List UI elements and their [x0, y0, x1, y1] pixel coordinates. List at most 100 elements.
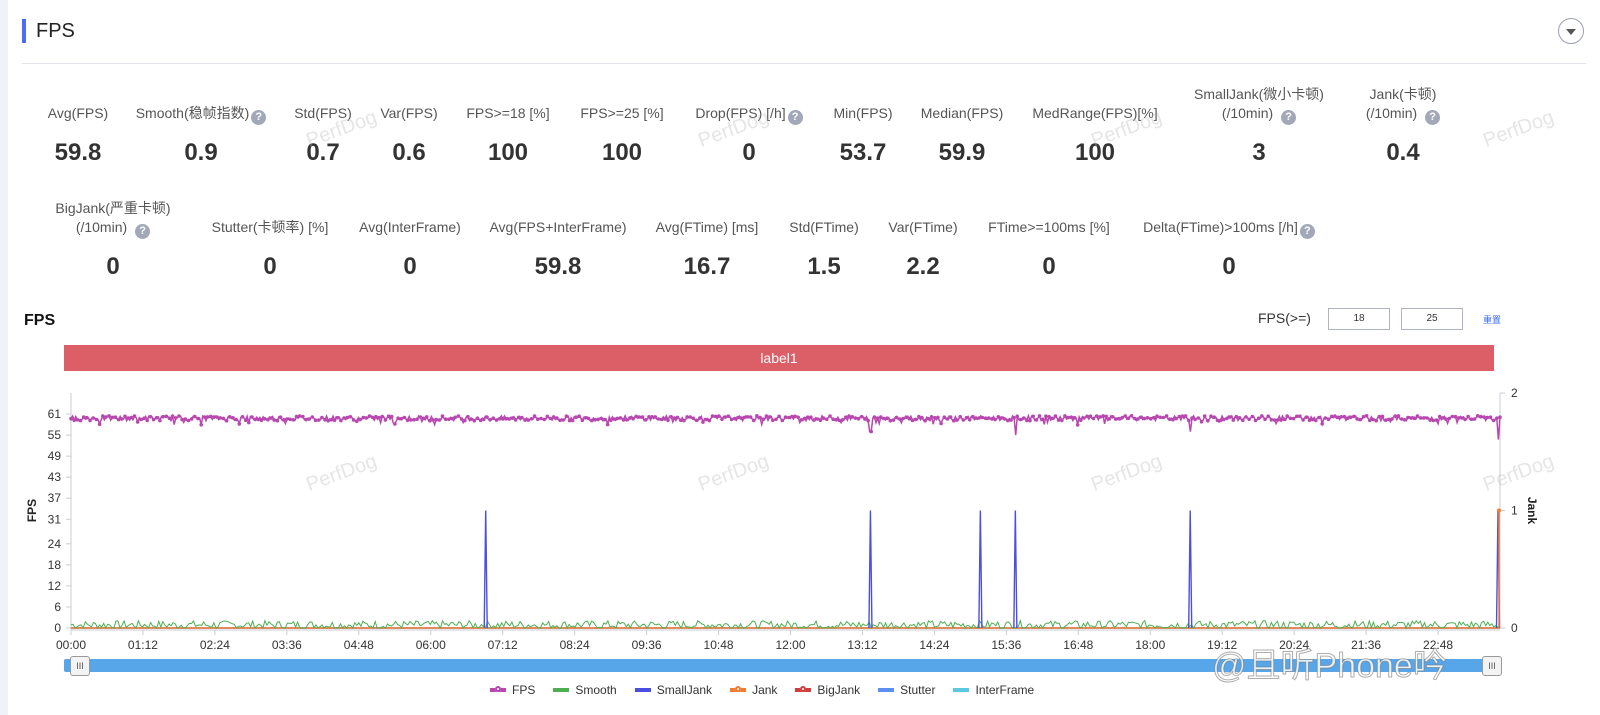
series-fps-point — [364, 416, 369, 420]
series-fps-point — [983, 416, 988, 421]
series-fps-point — [644, 418, 648, 422]
series-fps-point — [1456, 416, 1461, 420]
series-fps-point — [189, 417, 194, 421]
series-fps-point — [1241, 418, 1245, 423]
series-fps-point — [116, 417, 121, 422]
series-fps-point — [1437, 414, 1442, 419]
series-fps-point — [961, 418, 966, 422]
series-fps-point — [151, 417, 156, 422]
series-smalljank-spike — [978, 510, 983, 629]
series-fps-point — [818, 418, 823, 423]
series-fps-point — [142, 416, 146, 421]
series-fps-point — [758, 415, 762, 420]
series-fps-point — [409, 418, 413, 422]
x-tick-label: 06:00 — [416, 638, 446, 652]
series-smalljank-spike — [1013, 510, 1018, 629]
series-fps-point — [796, 415, 800, 420]
series-smalljank-spike — [483, 510, 488, 629]
series-fps-point — [917, 414, 921, 419]
series-fps-point — [717, 414, 721, 418]
series-fps-point — [856, 417, 861, 421]
series-fps-point — [659, 417, 664, 422]
series-fps-point — [964, 415, 969, 420]
y-tick-label: 61 — [48, 407, 62, 421]
series-fps-point — [710, 414, 715, 418]
series-fps-point — [1323, 416, 1328, 420]
series-fps-point — [1250, 414, 1255, 419]
series-fps-point — [1158, 415, 1162, 420]
series-fps-point — [1275, 418, 1280, 422]
legend-label: FPS — [512, 683, 536, 697]
series-fps-point — [386, 414, 391, 419]
series-fps-point — [713, 414, 718, 419]
series-fps-point — [910, 418, 915, 423]
series-fps-point — [275, 418, 280, 423]
series-fps-point — [107, 414, 111, 418]
y-axis-title: FPS — [25, 499, 39, 522]
legend-item-smooth[interactable]: Smooth — [553, 683, 617, 697]
series-fps-point — [653, 415, 658, 419]
x-tick-label: 14:24 — [919, 638, 949, 652]
zoom-slider-handle-left[interactable]: III — [70, 656, 90, 676]
series-fps-point — [745, 415, 750, 419]
series-fps-point — [624, 418, 629, 422]
legend-swatch — [953, 688, 970, 692]
legend-item-bigjank[interactable]: BigJank — [795, 683, 860, 697]
legend-swatch — [634, 688, 651, 692]
series-fps-point — [1387, 417, 1391, 422]
series-fps-point — [812, 418, 816, 422]
series-fps-point — [971, 414, 975, 419]
series-fps-point — [618, 416, 623, 420]
fps-chart[interactable]: 0612182431374349556101200:00 01:12 02:24 03… — [0, 0, 1600, 715]
series-fps-point — [698, 416, 702, 420]
series-fps-point — [929, 415, 934, 419]
legend-label: Stutter — [900, 683, 936, 697]
series-fps-point — [898, 417, 902, 421]
series-fps-point — [377, 415, 381, 420]
series-fps-point — [1193, 417, 1197, 422]
legend-swatch — [795, 686, 812, 692]
series-fps-point — [980, 415, 985, 420]
series-fps-point — [323, 418, 327, 422]
series-fps-point — [1336, 415, 1340, 420]
series-fps-point — [339, 418, 343, 423]
series-fps-point — [859, 414, 864, 419]
series-fps-point — [1352, 414, 1356, 419]
series-fps-point — [415, 417, 419, 422]
series-fps-point — [212, 415, 216, 419]
series-fps-point — [672, 416, 677, 420]
series-fps-point — [532, 414, 537, 418]
x-tick-label: 18:00 — [1135, 638, 1165, 652]
series-fps-point — [1060, 418, 1064, 423]
series-fps-point — [139, 417, 143, 422]
series-fps-point — [729, 417, 734, 422]
series-fps-point — [888, 418, 893, 423]
series-fps-point — [421, 416, 426, 421]
series-fps-point — [872, 415, 877, 419]
series-fps-point — [224, 418, 229, 423]
series-fps-point — [558, 418, 562, 423]
legend-label: BigJank — [817, 683, 861, 697]
legend-item-fps[interactable]: FPS — [490, 683, 535, 697]
series-fps-point — [393, 422, 397, 426]
series-smooth-line — [70, 618, 1501, 630]
series-fps-point — [933, 416, 937, 420]
series-fps-point — [170, 414, 175, 419]
legend-item-interframe[interactable]: InterFrame — [953, 683, 1034, 697]
series-fps-point — [475, 416, 480, 421]
zoom-slider-track[interactable] — [64, 659, 1494, 672]
series-fps-point — [424, 415, 429, 419]
series-smalljank-spike — [868, 510, 873, 629]
legend-swatch — [490, 686, 506, 692]
series-fps-point — [399, 416, 404, 421]
legend-item-smalljank[interactable]: SmallJank — [634, 683, 712, 697]
zoom-slider-handle-right[interactable]: III — [1482, 656, 1502, 676]
series-fps-point — [202, 415, 207, 419]
series-fps-point — [786, 415, 791, 420]
series-fps-point — [1453, 414, 1458, 419]
series-fps-point — [1085, 414, 1089, 419]
series-fps-point — [158, 418, 162, 423]
series-fps-point — [799, 418, 804, 422]
legend-item-stutter[interactable]: Stutter — [878, 683, 935, 697]
legend-item-jank[interactable]: Jank — [730, 683, 777, 697]
